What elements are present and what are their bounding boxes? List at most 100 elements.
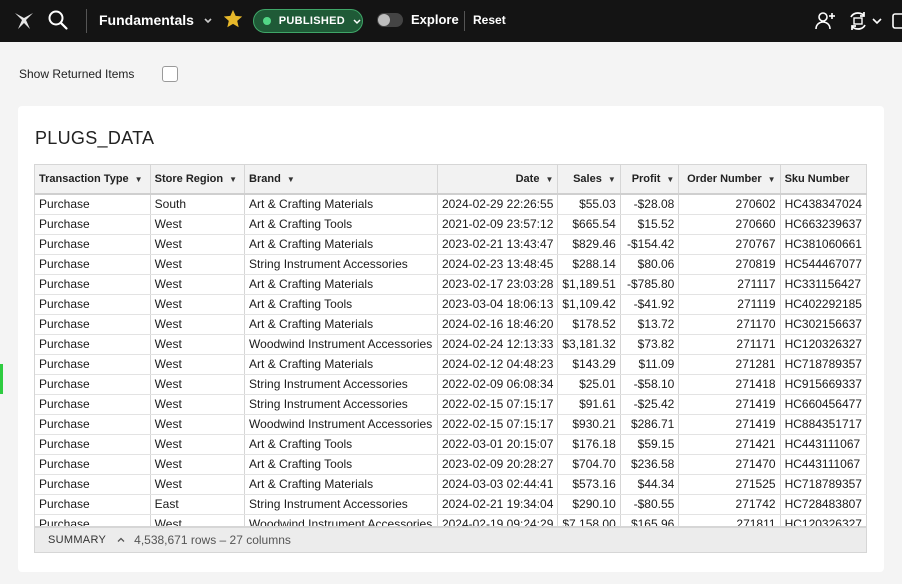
table-row[interactable]: Purchase West Art & Crafting Materials 2024…	[35, 354, 867, 375]
table-row[interactable]: Purchase West Woodwind Instrument Accessor…	[35, 514, 867, 526]
table-cell-store-region: West	[150, 374, 246, 395]
table-row[interactable]: Purchase South Art & Crafting Materials 202…	[35, 194, 867, 215]
table-cell-order-number: 270819	[678, 254, 781, 275]
summary-bar[interactable]: SUMMARY 4,538,671 rows – 27 columns	[34, 527, 867, 553]
sort-caret-icon[interactable]: ▼	[608, 175, 616, 184]
sort-caret-icon[interactable]: ▼	[135, 175, 143, 184]
table-row[interactable]: Purchase East String Instrument Accessorie…	[35, 494, 867, 515]
status-badge: PUBLISHED	[278, 15, 345, 27]
table-row[interactable]: Purchase West Art & Crafting Materials 2024…	[35, 474, 867, 495]
sort-caret-icon[interactable]: ▼	[545, 175, 553, 184]
column-header-store-region[interactable]: Store Region ▼	[150, 165, 246, 195]
table-cell-order-number: 271525	[678, 474, 781, 495]
table-cell-brand: Art & Crafting Materials	[244, 194, 438, 215]
table-row[interactable]: Purchase West String Instrument Accessorie…	[35, 394, 867, 415]
column-header-order-number[interactable]: Order Number ▼	[678, 165, 781, 195]
column-header-label: Sku Number	[784, 173, 850, 185]
table-cell-transaction-type: Purchase	[35, 474, 151, 495]
table-row[interactable]: Purchase West Art & Crafting Materials 2024…	[35, 314, 867, 335]
table-cell-store-region: West	[150, 474, 246, 495]
table-row[interactable]: Purchase West String Instrument Accessorie…	[35, 374, 867, 395]
table-cell-transaction-type: Purchase	[35, 254, 151, 275]
table-cell-order-number: 271811	[678, 514, 781, 526]
table-row[interactable]: Purchase West Woodwind Instrument Accessor…	[35, 414, 867, 435]
table-cell-date: 2022-02-15 07:15:17	[437, 394, 559, 415]
table-cell-date: 2024-02-29 22:26:55	[437, 194, 559, 215]
table-cell-sku-number: HC718789357	[780, 474, 867, 495]
workbook-title[interactable]: Fundamentals	[99, 12, 194, 28]
table-row[interactable]: Purchase West Art & Crafting Materials 2023…	[35, 274, 867, 295]
column-header-transaction-type[interactable]: Transaction Type ▼	[35, 165, 151, 195]
row-column-count: 4,538,671 rows – 27 columns	[134, 533, 291, 547]
panel-icon[interactable]	[892, 9, 902, 33]
table-cell-date: 2023-02-17 23:03:28	[437, 274, 559, 295]
chevron-down-icon[interactable]	[202, 14, 214, 26]
table-cell-transaction-type: Purchase	[35, 514, 151, 526]
table-cell-brand: String Instrument Accessories	[244, 374, 438, 395]
table-cell-transaction-type: Purchase	[35, 414, 151, 435]
table-cell-order-number: 271742	[678, 494, 781, 515]
table-cell-sales: $1,109.42	[557, 294, 621, 315]
table-cell-store-region: West	[150, 234, 246, 255]
table-row[interactable]: Purchase West Art & Crafting Tools 2021-02-…	[35, 214, 867, 235]
table-row[interactable]: Purchase West Art & Crafting Tools 2023-03-…	[35, 294, 867, 315]
table-row[interactable]: Purchase West Art & Crafting Tools 2022-03-…	[35, 434, 867, 455]
reset-button[interactable]: Reset	[473, 13, 506, 27]
table-cell-brand: String Instrument Accessories	[244, 254, 438, 275]
table-cell-profit: $11.09	[620, 354, 680, 375]
table-cell-date: 2024-02-23 13:48:45	[437, 254, 559, 275]
sort-caret-icon[interactable]: ▼	[666, 175, 674, 184]
column-header-sales[interactable]: Sales ▼	[557, 165, 621, 195]
table-row[interactable]: Purchase West Art & Crafting Materials 2023…	[35, 234, 867, 255]
published-status-button[interactable]: PUBLISHED	[253, 9, 363, 33]
resize-handle[interactable]	[0, 364, 3, 394]
column-header-brand[interactable]: Brand ▼	[244, 165, 438, 195]
table-cell-brand: String Instrument Accessories	[244, 494, 438, 515]
explore-toggle[interactable]	[377, 13, 403, 27]
table-cell-brand: Art & Crafting Tools	[244, 294, 438, 315]
chevron-up-icon[interactable]	[116, 535, 126, 545]
table-cell-brand: Art & Crafting Materials	[244, 354, 438, 375]
table-cell-sales: $665.54	[557, 214, 621, 235]
table-cell-store-region: West	[150, 274, 246, 295]
table-cell-profit: $15.52	[620, 214, 680, 235]
show-returned-checkbox[interactable]	[162, 66, 178, 82]
sort-caret-icon[interactable]: ▼	[287, 175, 295, 184]
table-cell-store-region: West	[150, 454, 246, 475]
sync-icon[interactable]	[846, 9, 870, 33]
table-row[interactable]: Purchase West String Instrument Accessorie…	[35, 254, 867, 275]
table-cell-profit: $286.71	[620, 414, 680, 435]
column-header-label: Order Number	[687, 173, 762, 185]
table-cell-order-number: 270660	[678, 214, 781, 235]
table-cell-brand: Art & Crafting Materials	[244, 474, 438, 495]
sort-caret-icon[interactable]: ▼	[768, 175, 776, 184]
table-cell-sku-number: HC915669337	[780, 374, 867, 395]
logo-icon[interactable]	[12, 9, 36, 33]
column-header-sku-number[interactable]: Sku Number	[780, 165, 867, 195]
add-user-icon[interactable]	[813, 9, 837, 33]
column-header-date[interactable]: Date ▼	[437, 165, 559, 195]
table-cell-brand: Art & Crafting Tools	[244, 454, 438, 475]
search-icon[interactable]	[47, 9, 69, 31]
star-icon[interactable]	[222, 8, 244, 30]
table-cell-date: 2024-02-24 12:13:33	[437, 334, 559, 355]
chevron-down-icon[interactable]	[870, 9, 884, 33]
table-cell-sales: $7,158.00	[557, 514, 621, 526]
table-cell-order-number: 271117	[678, 274, 781, 295]
explore-label[interactable]: Explore	[411, 12, 459, 27]
table-row[interactable]: Purchase West Art & Crafting Tools 2023-02-…	[35, 454, 867, 475]
column-header-label: Transaction Type	[39, 173, 129, 185]
table-title: PLUGS_DATA	[35, 128, 155, 148]
table-cell-transaction-type: Purchase	[35, 374, 151, 395]
table-cell-store-region: East	[150, 494, 246, 515]
table-row[interactable]: Purchase West Woodwind Instrument Accessor…	[35, 334, 867, 355]
column-header-profit[interactable]: Profit ▼	[620, 165, 680, 195]
table-cell-sales: $573.16	[557, 474, 621, 495]
sort-caret-icon[interactable]: ▼	[229, 175, 237, 184]
table-cell-date: 2023-02-09 20:28:27	[437, 454, 559, 475]
table-cell-order-number: 271171	[678, 334, 781, 355]
table-cell-brand: Art & Crafting Tools	[244, 214, 438, 235]
table-cell-sku-number: HC120326327	[780, 334, 867, 355]
table-cell-sku-number: HC728483807	[780, 494, 867, 515]
table-cell-profit: $80.06	[620, 254, 680, 275]
